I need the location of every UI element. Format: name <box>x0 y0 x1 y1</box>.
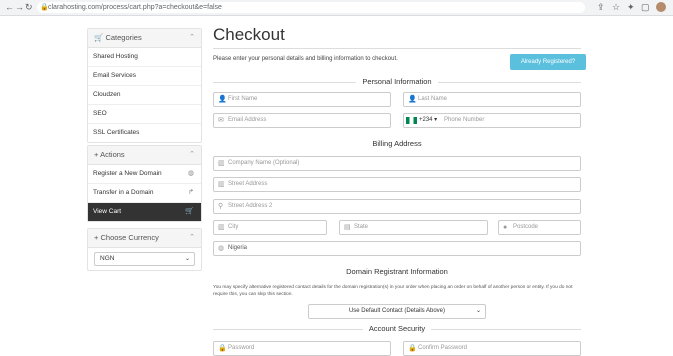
category-seo[interactable]: SEO <box>88 105 201 124</box>
user-icon: 👤 <box>218 96 227 103</box>
currency-select[interactable]: NGN ⌄ <box>94 252 195 266</box>
back-icon[interactable]: ← <box>5 2 14 13</box>
confirm-password-field[interactable]: 🔒 Confirm Password <box>403 341 581 356</box>
postcode-field[interactable]: ● Postcode <box>498 220 581 235</box>
user-icon: 👤 <box>408 96 417 103</box>
domain-registrant-heading: Domain Registrant Information <box>213 267 581 276</box>
contact-select[interactable]: Use Default Contact (Details Above) ⌄ <box>308 304 486 319</box>
categories-panel: 🛒 Categories ⌃ Shared Hosting Email Serv… <box>87 28 202 143</box>
cart-icon: 🛒 <box>185 208 194 215</box>
shopping-cart-icon: 🛒 <box>94 33 104 42</box>
chevron-up-icon: ⌃ <box>189 34 195 41</box>
categories-heading[interactable]: 🛒 Categories ⌃ <box>88 29 201 48</box>
location-dot-icon: ● <box>503 224 508 231</box>
domain-notice: You may specify alternative registered c… <box>213 285 573 297</box>
globe-icon: ◍ <box>218 245 225 252</box>
last-name-field[interactable]: 👤 Last Name <box>403 92 581 107</box>
email-field[interactable]: ✉ Email Address <box>213 113 391 128</box>
star-icon[interactable]: ☆ <box>612 2 620 13</box>
chevron-down-icon: ⌄ <box>184 256 190 262</box>
extensions-icon[interactable]: ✦ <box>627 2 635 13</box>
password-field[interactable]: 🔒 Password <box>213 341 391 356</box>
company-field[interactable]: ▥ Company Name (Optional) <box>213 156 581 171</box>
map-icon: ▤ <box>344 224 351 231</box>
currency-heading[interactable]: + Choose Currency ⌃ <box>88 229 201 248</box>
plus-icon: + <box>94 150 99 159</box>
map-marker-icon: ⚲ <box>218 203 224 210</box>
street-field[interactable]: ▥ Street Address <box>213 177 581 192</box>
forward-icon[interactable]: → <box>15 2 24 13</box>
phone-field[interactable]: +234 ▾ Phone Number <box>403 113 581 128</box>
category-email-services[interactable]: Email Services <box>88 67 201 86</box>
actions-panel: + Actions ⌃ Register a New Domain ◍ Tran… <box>87 145 202 222</box>
chevron-up-icon: ⌃ <box>189 151 195 158</box>
phone-country-code[interactable]: +234 ▾ <box>419 114 437 127</box>
category-shared-hosting[interactable]: Shared Hosting <box>88 48 201 67</box>
reload-icon[interactable]: ↻ <box>25 2 33 13</box>
actions-heading[interactable]: + Actions ⌃ <box>88 146 201 165</box>
billing-heading: Billing Address <box>213 139 581 148</box>
envelope-icon: ✉ <box>218 117 224 124</box>
category-ssl-certificates[interactable]: SSL Certificates <box>88 124 201 142</box>
nigeria-flag-icon[interactable] <box>406 117 417 124</box>
address-bar[interactable]: 🔒 clarahosting.com/process/cart.php?a=ch… <box>37 2 585 13</box>
page-title: Checkout <box>213 25 285 44</box>
url-text: clarahosting.com/process/cart.php?a=chec… <box>48 4 222 11</box>
state-field[interactable]: ▤ State <box>339 220 488 235</box>
chevron-up-icon: ⌃ <box>189 234 195 241</box>
category-cloudzen[interactable]: Cloudzen <box>88 86 201 105</box>
title-divider <box>213 48 581 49</box>
building-icon: ▥ <box>218 160 225 167</box>
street2-field[interactable]: ⚲ Street Address 2 <box>213 199 581 214</box>
lock-icon: 🔒 <box>408 345 417 352</box>
already-registered-button[interactable]: Already Registered? <box>510 54 586 70</box>
plus-icon: + <box>94 233 99 242</box>
building-icon: ▥ <box>218 224 225 231</box>
window-icon[interactable]: ▢ <box>641 2 650 13</box>
country-field[interactable]: ◍ Nigeria <box>213 241 581 256</box>
register-domain-link[interactable]: Register a New Domain ◍ <box>88 165 201 184</box>
globe-icon: ◍ <box>187 170 194 177</box>
transfer-domain-link[interactable]: Transfer in a Domain ↱ <box>88 184 201 203</box>
account-security-heading: Account Security <box>213 324 581 333</box>
lock-icon: 🔒 <box>218 345 227 352</box>
city-field[interactable]: ▥ City <box>213 220 327 235</box>
intro-text: Please enter your personal details and b… <box>213 56 398 62</box>
building-icon: ▥ <box>218 181 225 188</box>
browser-toolbar: ← → ↻ 🔒 clarahosting.com/process/cart.ph… <box>0 0 673 16</box>
view-cart-link[interactable]: View Cart 🛒 <box>88 203 201 221</box>
avatar[interactable] <box>656 2 666 12</box>
first-name-field[interactable]: 👤 First Name <box>213 92 391 107</box>
currency-panel: + Choose Currency ⌃ NGN ⌄ <box>87 228 202 271</box>
chevron-down-icon: ⌄ <box>475 308 481 314</box>
share-icon[interactable]: ⇪ <box>597 2 605 13</box>
share-arrow-icon: ↱ <box>188 189 194 196</box>
personal-info-heading: Personal Information <box>213 77 581 86</box>
